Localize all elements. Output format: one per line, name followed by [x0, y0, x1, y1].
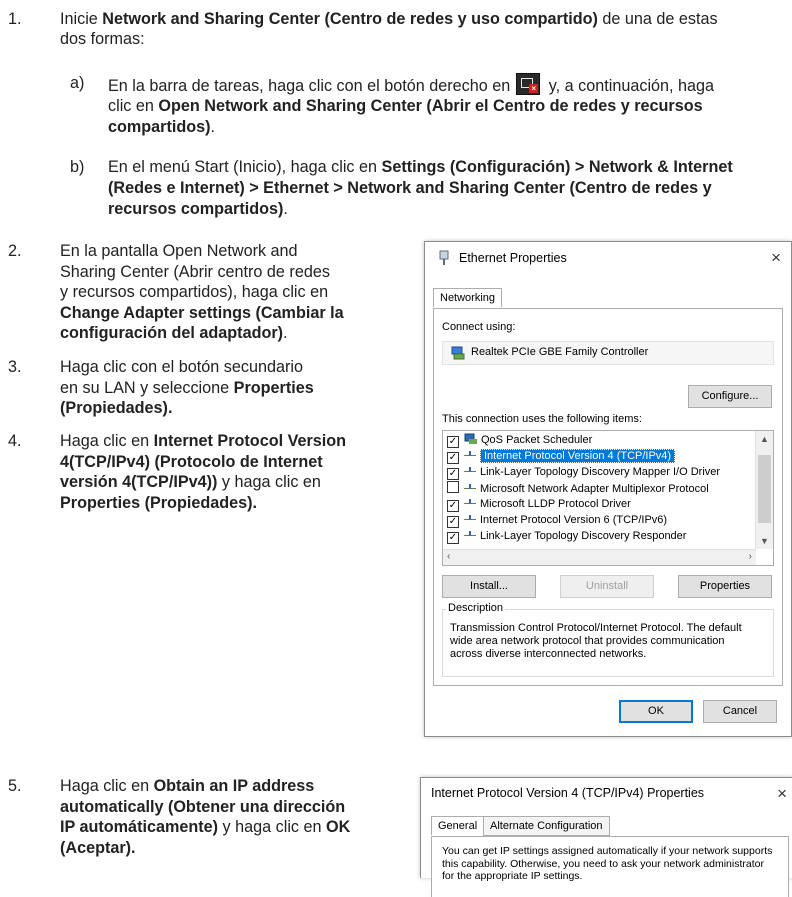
- substep-a-line2: clic en Open Network and Sharing Center …: [108, 97, 703, 115]
- list-item[interactable]: ✓ Internet Protocol Version 6 (TCP/IPv6): [447, 513, 667, 528]
- protocol-icon: [464, 498, 476, 507]
- general-panel: You can get IP settings assigned automat…: [431, 836, 789, 897]
- connect-using-label: Connect using:: [442, 321, 516, 333]
- list-item[interactable]: ✓ QoS Packet Scheduler: [447, 433, 592, 448]
- adapter-name: Realtek PCIe GBE Family Controller: [471, 346, 649, 358]
- components-list[interactable]: ✓ QoS Packet Scheduler ✓ Internet Protocol…: [442, 430, 774, 566]
- checkbox[interactable]: ✓: [447, 452, 459, 464]
- substep-b-line2: (Redes e Internet) > Ethernet > Network …: [108, 179, 712, 197]
- protocol-icon: [464, 450, 476, 459]
- step-number: 1.: [8, 10, 22, 28]
- chevron-down-icon[interactable]: ▼: [760, 536, 769, 546]
- step-2-number: 2.: [8, 242, 22, 260]
- configure-button[interactable]: Configure...: [688, 385, 772, 408]
- horizontal-scrollbar[interactable]: ‹ ›: [443, 549, 756, 565]
- list-item[interactable]: ✓ Link-Layer Topology Discovery Mapper I/…: [447, 465, 720, 480]
- substep-a-letter: a): [70, 74, 85, 92]
- list-item[interactable]: Microsoft Network Adapter Multiplexor Pr…: [447, 481, 709, 496]
- step-5: Haga clic en Obtain an IP address automa…: [60, 777, 351, 857]
- ip-settings-text: You can get IP settings assigned automat…: [442, 845, 773, 882]
- step-3-number: 3.: [8, 358, 22, 376]
- step-5-number: 5.: [8, 777, 22, 795]
- checkbox[interactable]: ✓: [447, 516, 459, 528]
- checkbox[interactable]: ✓: [447, 500, 459, 512]
- ethernet-properties-dialog: Ethernet Properties × Networking Connect…: [424, 241, 792, 737]
- network-adapter-icon: [451, 346, 465, 360]
- protocol-icon: [464, 530, 476, 539]
- tab-networking[interactable]: Networking: [433, 288, 503, 307]
- qos-icon: [464, 433, 477, 444]
- step-2: En la pantalla Open Network and Sharing …: [60, 242, 344, 342]
- protocol-icon: [464, 466, 476, 475]
- dialog-title: Internet Protocol Version 4 (TCP/IPv4) P…: [431, 786, 705, 800]
- substep-b: En el menú Start (Inicio), haga clic en …: [108, 158, 733, 176]
- step-1: 1. Inicie Network and Sharing Center (Ce…: [8, 10, 718, 28]
- networking-panel: Connect using: Realtek PCIe GBE Family C…: [433, 308, 783, 686]
- cancel-button[interactable]: Cancel: [703, 700, 777, 723]
- step-1-line2: dos formas:: [60, 30, 145, 48]
- scroll-thumb[interactable]: [758, 455, 771, 523]
- substep-b-letter: b): [70, 158, 85, 176]
- substep-a: En la barra de tareas, haga clic con el …: [108, 73, 788, 97]
- dialog-title-bar: Internet Protocol Version 4 (TCP/IPv4) P…: [421, 778, 792, 810]
- description-label: Description: [446, 602, 506, 614]
- close-icon[interactable]: ×: [771, 248, 781, 268]
- ipv4-properties-dialog: Internet Protocol Version 4 (TCP/IPv4) P…: [420, 777, 792, 897]
- ethernet-icon: [439, 250, 449, 265]
- protocol-icon: [464, 483, 476, 492]
- items-label: This connection uses the following items…: [442, 413, 642, 425]
- checkbox[interactable]: [447, 481, 459, 493]
- step-4-number: 4.: [8, 432, 22, 450]
- dialog-title-bar: Ethernet Properties ×: [425, 242, 791, 274]
- substep-a-line3: compartidos).: [108, 118, 216, 136]
- list-item-selected[interactable]: ✓ Internet Protocol Version 4 (TCP/IPv4): [447, 449, 676, 464]
- checkbox[interactable]: ✓: [447, 468, 459, 480]
- checkbox[interactable]: ✓: [447, 436, 459, 448]
- step-4: Haga clic en Internet Protocol Version 4…: [60, 432, 347, 512]
- chevron-up-icon[interactable]: ▲: [760, 434, 769, 444]
- properties-button[interactable]: Properties: [678, 575, 772, 598]
- substep-b-line3: recursos compartidos).: [108, 200, 288, 218]
- list-item[interactable]: ✓ Microsoft LLDP Protocol Driver: [447, 497, 631, 512]
- step-bold: Network and Sharing Center (Centro de re…: [102, 10, 598, 28]
- checkbox[interactable]: ✓: [447, 532, 459, 544]
- tab-alternate-configuration[interactable]: Alternate Configuration: [483, 816, 610, 836]
- install-button[interactable]: Install...: [442, 575, 536, 598]
- chevron-left-icon[interactable]: ‹: [447, 551, 450, 562]
- protocol-icon: [464, 514, 476, 523]
- adapter-field: Realtek PCIe GBE Family Controller: [442, 341, 774, 365]
- list-item[interactable]: ✓ Link-Layer Topology Discovery Responder: [447, 529, 686, 544]
- close-icon[interactable]: ×: [777, 784, 787, 804]
- step-3: Haga clic con el botón secundario en su …: [60, 358, 314, 417]
- uninstall-button[interactable]: Uninstall: [560, 575, 654, 598]
- network-error-tray-icon: ×: [516, 73, 541, 95]
- dialog-title: Ethernet Properties: [459, 251, 567, 265]
- vertical-scrollbar[interactable]: ▲ ▼: [755, 431, 773, 549]
- ok-button[interactable]: OK: [619, 700, 693, 723]
- tab-general[interactable]: General: [431, 816, 485, 835]
- chevron-right-icon[interactable]: ›: [749, 551, 752, 562]
- description-text: Transmission Control Protocol/Internet P…: [450, 622, 742, 660]
